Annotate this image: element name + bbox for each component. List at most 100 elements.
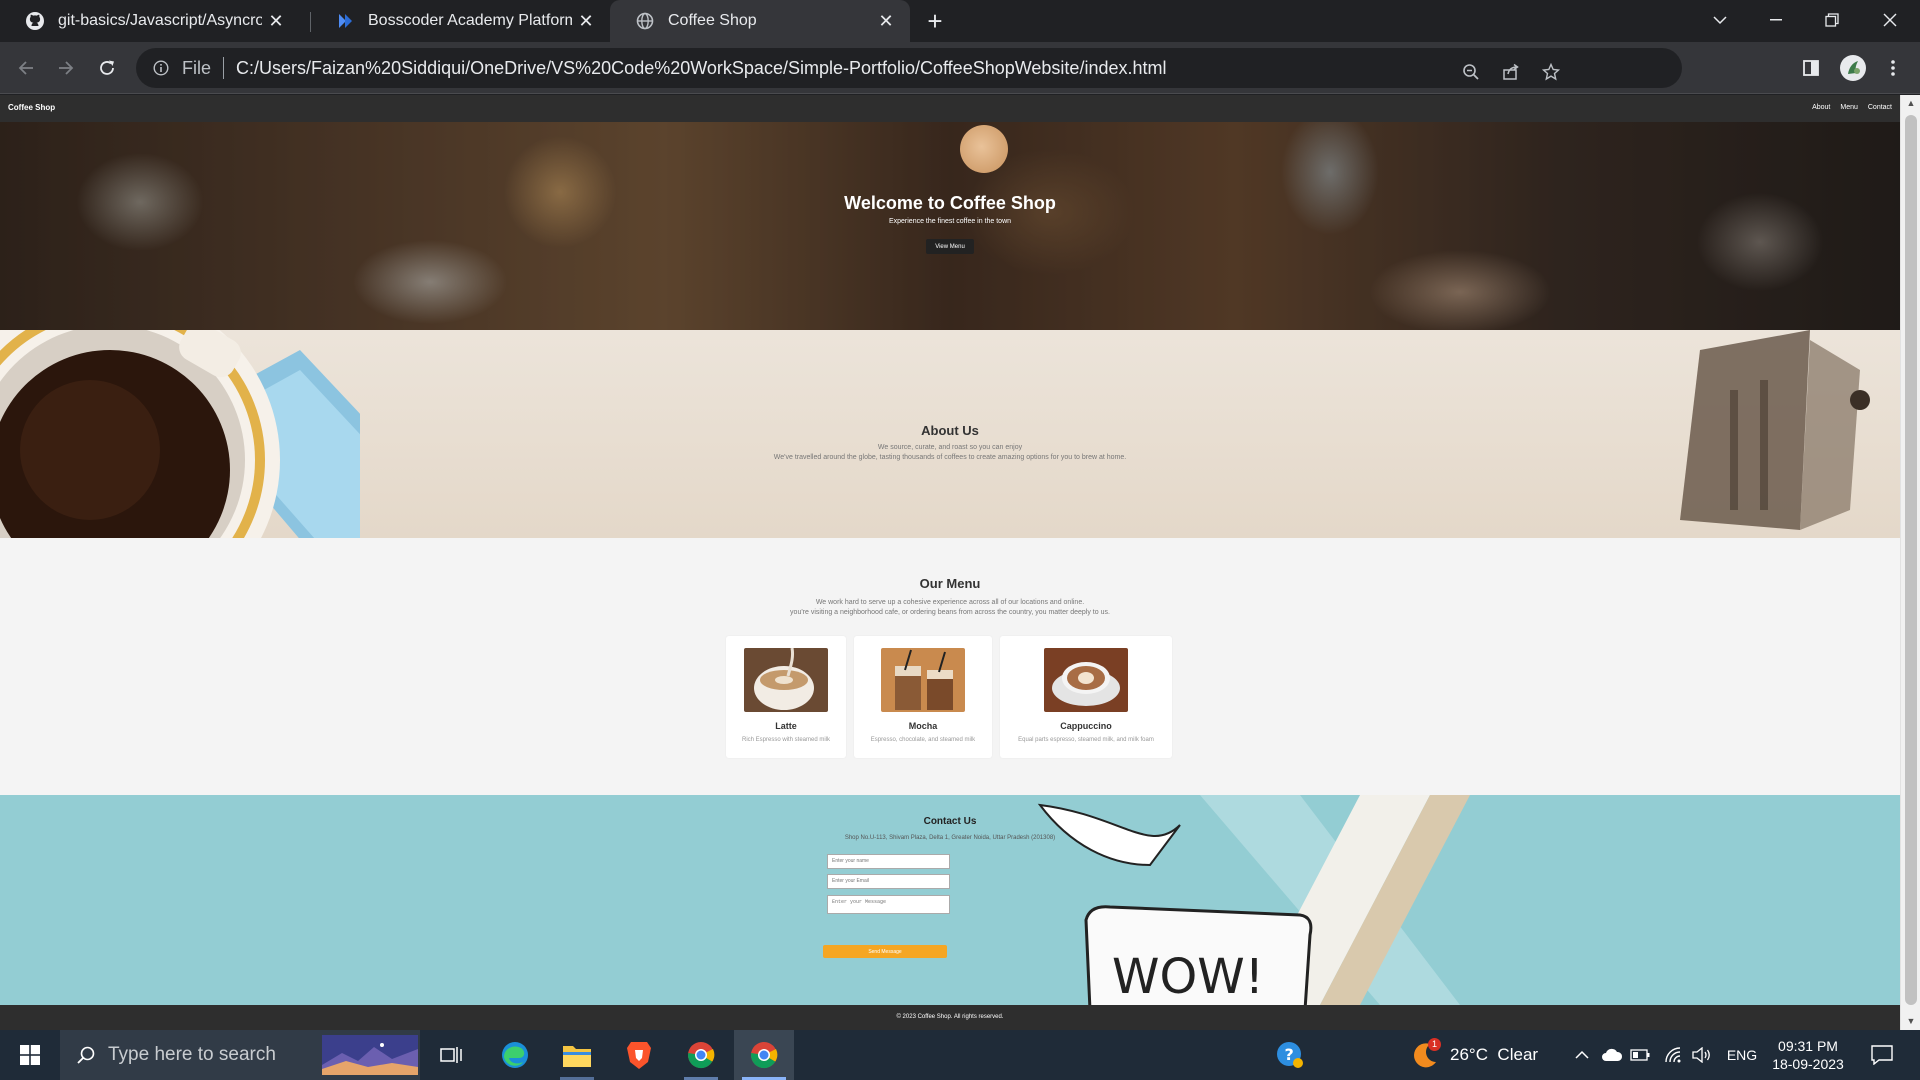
new-tab-button[interactable]: + [920,6,950,36]
tab-coffee-shop[interactable]: Coffee Shop ✕ [610,0,910,42]
chevron-up-icon[interactable] [1570,1030,1594,1080]
menu-text-line1: We work hard to serve up a cohesive expe… [815,599,1085,606]
email-field[interactable]: Enter your Email [827,874,950,889]
hero-section: Welcome to Coffee Shop Experience the fi… [0,122,1900,330]
nav-link-contact[interactable]: Contact [1868,104,1892,111]
url-text[interactable]: C:/Users/Faizan%20Siddiqui/OneDrive/VS%2… [236,58,1166,79]
message-placeholder: Enter your Message [832,899,887,905]
more-menu-icon[interactable] [1878,53,1908,83]
menu-card-latte[interactable]: Latte Rich Espresso with steamed milk [726,636,846,758]
github-icon [24,10,46,32]
forward-button[interactable] [50,52,82,84]
share-icon[interactable] [1496,57,1526,87]
tab-title: Coffee Shop [668,12,757,29]
globe-icon [634,10,656,32]
about-text-line2: We've travelled around the globe, tastin… [773,454,1127,461]
browser-tab-strip: git-basics/Javascript/Asyncronou ✕ Bossc… [0,0,1920,42]
info-icon[interactable] [150,57,172,79]
menu-card-mocha[interactable]: Mocha Espresso, chocolate, and steamed m… [854,636,992,758]
bosscoder-icon [334,10,356,32]
taskbar-search-box[interactable]: Type here to search [60,1030,420,1080]
scroll-up-icon[interactable]: ▲ [1906,98,1916,108]
weather-widget[interactable]: 1 26°C Clear [1410,1030,1570,1080]
battery-icon[interactable] [1626,1030,1654,1080]
menu-item-desc: Equal parts espresso, steamed milk, and … [1018,737,1154,743]
hero-overlay [0,122,1900,330]
coffee-logo-icon [960,125,1008,173]
nav-link-menu[interactable]: Menu [1840,104,1858,111]
side-panel-icon[interactable] [1796,53,1826,83]
tab-search-button[interactable] [1692,0,1748,40]
onedrive-icon[interactable] [1598,1030,1626,1080]
tab-bosscoder[interactable]: Bosscoder Academy Platform ✕ [310,0,610,42]
restore-button[interactable] [1804,0,1860,40]
menu-text-line2: you're visiting a neighborhood cafe, or … [790,609,1110,616]
weather-moon-icon: 1 [1410,1038,1441,1070]
contact-title: Contact Us [923,816,977,827]
chrome-active-icon[interactable] [734,1030,794,1080]
about-text-line1: We source, curate, and roast so you can … [877,444,1023,451]
scrollbar-thumb[interactable] [1905,115,1917,1005]
svg-text:?: ? [1285,1045,1294,1064]
brave-browser-icon[interactable] [612,1030,666,1080]
contact-section: WOW! Contact Us Shop No.U-113, Shivam Pl… [0,795,1900,1005]
scheme-label: File [182,57,212,78]
notification-icon[interactable] [1862,1030,1902,1080]
tab-github[interactable]: git-basics/Javascript/Asyncronou ✕ [0,0,300,42]
tab-title: git-basics/Javascript/Asyncronou [58,12,262,29]
close-icon[interactable]: ✕ [262,7,290,35]
menu-item-name: Latte [775,721,797,731]
menu-item-desc: Espresso, chocolate, and steamed milk [870,737,976,743]
nav-link-about[interactable]: About [1812,104,1830,111]
send-message-button[interactable]: Send Message [823,945,947,958]
help-icon[interactable]: ? [1270,1030,1310,1080]
menu-card-cappuccino[interactable]: Cappuccino Equal parts espresso, steamed… [1000,636,1172,758]
hero-subtitle: Experience the finest coffee in the town [888,218,1012,225]
windows-taskbar: Type here to search ? 1 26°C Clear ENG 0… [0,1030,1920,1080]
scroll-down-icon[interactable]: ▼ [1906,1016,1916,1026]
clock-date: 18-09-2023 [1772,1056,1844,1072]
search-icon [76,1045,96,1065]
clock[interactable]: 09:31 PM 18-09-2023 [1766,1030,1850,1080]
file-explorer-icon[interactable] [550,1030,604,1080]
close-window-button[interactable] [1862,0,1918,40]
zoom-icon[interactable] [1456,57,1486,87]
weather-text: 26°C Clear [1450,1045,1539,1064]
volume-icon[interactable] [1688,1030,1716,1080]
mocha-image [881,648,965,712]
site-navbar: Coffee Shop About Menu Contact [0,95,1900,122]
windows-start-icon[interactable] [0,1030,60,1080]
page-scrollbar[interactable]: ▲ ▼ [1900,95,1920,1030]
menu-item-name: Mocha [908,721,938,731]
latte-image [744,648,828,712]
menu-section: Our Menu We work hard to serve up a cohe… [0,538,1900,795]
message-field[interactable]: Enter your Message [827,895,950,914]
menu-title: Our Menu [919,576,981,591]
browser-toolbar: File C:/Users/Faizan%20Siddiqui/OneDrive… [0,42,1920,94]
close-icon[interactable]: ✕ [572,7,600,35]
edge-browser-icon[interactable] [488,1030,542,1080]
minimize-button[interactable] [1748,0,1804,40]
contact-address: Shop No.U-113, Shivam Plaza, Delta 1, Gr… [844,835,1056,841]
address-bar[interactable]: File C:/Users/Faizan%20Siddiqui/OneDrive… [136,48,1682,88]
language-indicator[interactable]: ENG [1722,1030,1762,1080]
clock-time: 09:31 PM [1778,1038,1838,1054]
reload-button[interactable] [91,52,123,84]
back-button[interactable] [10,52,42,84]
page-viewport: Coffee Shop About Menu Contact Welcome t… [0,95,1900,1030]
close-icon[interactable]: ✕ [872,7,900,35]
language-text: ENG [1726,1047,1758,1063]
bookmark-star-icon[interactable] [1536,57,1566,87]
profile-avatar[interactable] [1838,53,1868,83]
name-field[interactable]: Enter your name [827,854,950,869]
view-menu-button[interactable]: View Menu [926,239,974,254]
task-view-icon[interactable] [424,1030,478,1080]
menu-item-name: Cappuccino [1060,721,1112,731]
search-placeholder: Type here to search [108,1044,276,1065]
chrome-icon[interactable] [674,1030,728,1080]
about-title: About Us [921,423,979,438]
wow-sign-text: WOW! [1112,949,1264,1005]
wifi-icon[interactable] [1660,1030,1688,1080]
divider [223,57,225,79]
site-brand[interactable]: Coffee Shop [8,103,55,112]
